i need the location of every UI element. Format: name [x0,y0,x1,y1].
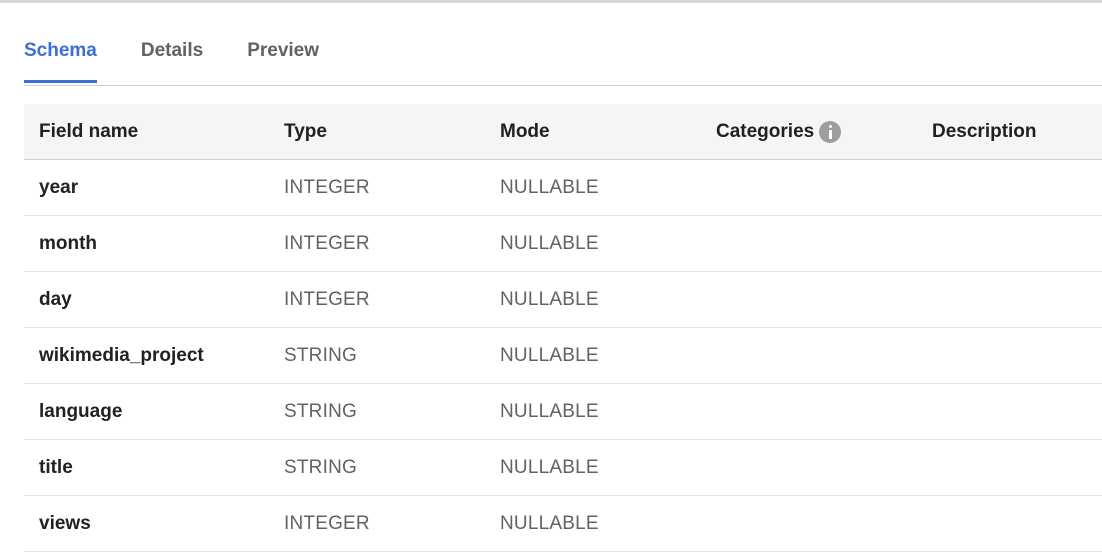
field-name-cell: language [39,400,123,422]
field-name-cell: views [39,512,91,534]
type-cell: INTEGER [284,232,370,254]
table-row[interactable]: views INTEGER NULLABLE [24,496,1102,552]
table-row[interactable]: month INTEGER NULLABLE [24,216,1102,272]
type-cell: STRING [284,456,357,478]
column-header-label: Categories [716,120,815,142]
mode-cell: NULLABLE [500,288,599,310]
column-header-description[interactable]: Description [932,121,1037,143]
column-header-label: Type [284,120,327,142]
field-name-cell: day [39,288,72,310]
mode-cell: NULLABLE [500,232,599,254]
column-header-mode[interactable]: Mode [500,121,550,143]
mode-cell: NULLABLE [500,512,599,534]
field-name-cell: year [39,176,79,198]
field-name-cell: month [39,232,98,254]
top-divider [0,0,1102,3]
field-name-cell: title [39,456,73,478]
mode-cell: NULLABLE [500,400,599,422]
table-row[interactable]: year INTEGER NULLABLE [24,160,1102,216]
tab-details[interactable]: Details [141,28,203,83]
field-name-cell: wikimedia_project [39,344,204,366]
column-header-label: Field name [39,120,139,142]
mode-cell: NULLABLE [500,176,599,198]
tab-preview[interactable]: Preview [247,28,319,83]
tab-bar: Schema Details Preview [24,28,1102,86]
type-cell: STRING [284,400,357,422]
type-cell: INTEGER [284,288,370,310]
type-cell: INTEGER [284,176,370,198]
type-cell: STRING [284,344,357,366]
tab-schema[interactable]: Schema [24,28,97,83]
column-header-label: Mode [500,120,550,142]
schema-table: Field name Type Mode Categories Descript… [24,104,1102,552]
mode-cell: NULLABLE [500,344,599,366]
table-row[interactable]: title STRING NULLABLE [24,440,1102,496]
table-row[interactable]: wikimedia_project STRING NULLABLE [24,328,1102,384]
info-icon[interactable] [819,120,842,143]
table-row[interactable]: language STRING NULLABLE [24,384,1102,440]
column-header-type[interactable]: Type [284,121,327,143]
type-cell: INTEGER [284,512,370,534]
column-header-categories: Categories [716,120,842,143]
mode-cell: NULLABLE [500,456,599,478]
table-header-row: Field name Type Mode Categories Descript… [24,104,1102,160]
column-header-field-name[interactable]: Field name [39,121,138,143]
table-row[interactable]: day INTEGER NULLABLE [24,272,1102,328]
column-header-label: Description [932,120,1037,142]
